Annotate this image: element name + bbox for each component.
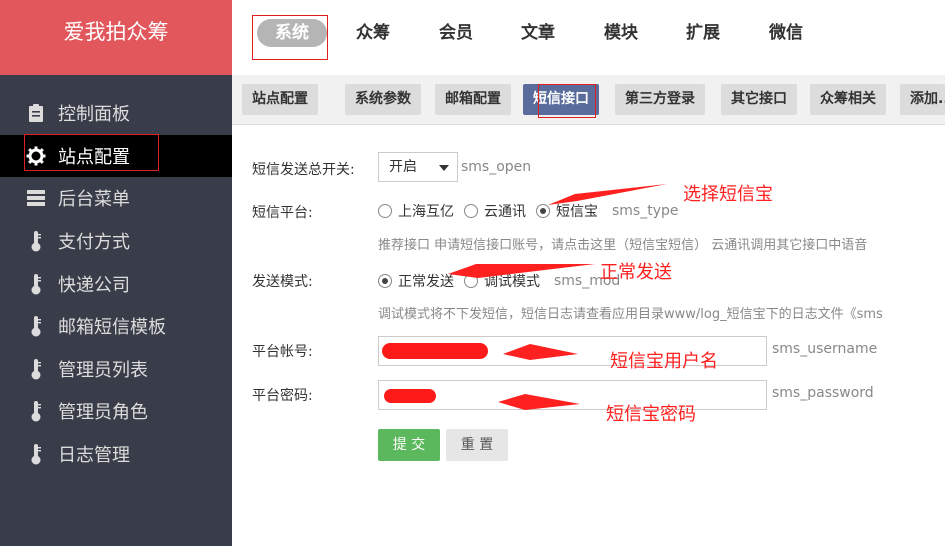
tab-add[interactable]: 添加... <box>900 84 945 115</box>
redaction-mark <box>384 389 436 403</box>
reset-button[interactable]: 重 置 <box>446 429 508 461</box>
radio-label: 上海互亿 <box>398 204 454 220</box>
nav-articles[interactable]: 文章 <box>521 19 555 47</box>
thermometer-icon <box>26 230 46 252</box>
sidebar-item-site-config[interactable]: 站点配置 <box>0 134 232 178</box>
sidebar-item-label: 管理员角色 <box>58 402 148 424</box>
sms-config-form: 短信发送总开关: 开启 sms_open 短信平台: 上海互亿 云通讯 短信宝 … <box>232 125 945 546</box>
radio-label: 正常发送 <box>398 274 454 290</box>
nav-wechat[interactable]: 微信 <box>769 19 803 47</box>
sidebar-item-payment[interactable]: 支付方式 <box>0 220 232 263</box>
sidebar-item-logs[interactable]: 日志管理 <box>0 433 232 476</box>
gear-icon <box>26 145 46 167</box>
sms-password-label: 平台密码: <box>252 388 313 404</box>
sidebar-item-label: 管理员列表 <box>58 359 148 381</box>
sms-mod-label: 发送模式: <box>252 274 313 290</box>
sms-type-field: sms_type <box>612 203 679 219</box>
tab-system-params[interactable]: 系统参数 <box>345 84 421 115</box>
annotation-password: 短信宝密码 <box>606 404 696 425</box>
nav-crowdfunding[interactable]: 众筹 <box>356 19 390 47</box>
sidebar-item-label: 邮箱短信模板 <box>58 317 166 339</box>
nav-modules[interactable]: 模块 <box>604 19 638 47</box>
tab-crowdfunding[interactable]: 众筹相关 <box>810 84 886 115</box>
clipboard-icon <box>26 102 46 124</box>
sidebar-item-label: 控制面板 <box>58 104 130 126</box>
tab-other-api[interactable]: 其它接口 <box>721 84 797 115</box>
nav-system[interactable]: 系统 <box>257 19 327 47</box>
radio-checked-icon <box>536 204 550 218</box>
annotation-select-platform: 选择短信宝 <box>683 184 773 205</box>
radio-label: 短信宝 <box>556 204 598 220</box>
sms-password-input[interactable] <box>378 380 767 410</box>
sms-mod-hint: 调试模式将不下发短信，短信日志请查看应用目录www/log_短信宝下的日志文件《… <box>378 307 883 322</box>
sms-username-field: sms_username <box>772 341 878 357</box>
annotation-normal-send: 正常发送 <box>600 262 672 283</box>
radio-yuntongxun[interactable]: 云通讯 <box>464 201 526 221</box>
radio-checked-icon <box>378 274 392 288</box>
sms-open-field: sms_open <box>461 159 532 175</box>
sidebar-item-express[interactable]: 快递公司 <box>0 262 232 305</box>
annotation-username: 短信宝用户名 <box>610 351 718 372</box>
sidebar-item-label: 快递公司 <box>58 274 130 296</box>
sidebar-item-label: 支付方式 <box>58 232 130 254</box>
sidebar-item-label: 站点配置 <box>58 146 130 168</box>
sub-tabs: 站点配置 系统参数 邮箱配置 短信接口 第三方登录 其它接口 众筹相关 添加..… <box>232 75 945 125</box>
sidebar-item-mail-sms-template[interactable]: 邮箱短信模板 <box>0 305 232 348</box>
sms-type-radios: 上海互亿 云通讯 短信宝 sms_type <box>378 201 679 221</box>
thermometer-icon <box>26 443 46 465</box>
radio-debug-mode[interactable]: 调试模式 <box>464 271 540 291</box>
radio-label: 云通讯 <box>484 204 526 220</box>
radio-label: 调试模式 <box>484 274 540 290</box>
caret-down-icon <box>439 165 449 171</box>
nav-members[interactable]: 会员 <box>439 19 473 47</box>
sidebar-menu: 控制面板 站点配置 后台菜单 支付方式 快递公司 邮箱短信模板 管理员列表 管理… <box>0 92 232 475</box>
sidebar-item-admin-menu[interactable]: 后台菜单 <box>0 177 232 220</box>
thermometer-icon <box>26 273 46 295</box>
top-nav: 系统 众筹 会员 文章 模块 扩展 微信 <box>232 0 945 75</box>
nav-extensions[interactable]: 扩展 <box>686 19 720 47</box>
tab-mail-config[interactable]: 邮箱配置 <box>435 84 511 115</box>
tab-site-config[interactable]: 站点配置 <box>242 84 318 115</box>
sidebar-item-admin-role[interactable]: 管理员角色 <box>0 390 232 433</box>
sidebar-item-admin-list[interactable]: 管理员列表 <box>0 348 232 391</box>
menu-icon <box>26 187 46 209</box>
radio-icon <box>378 204 392 218</box>
radio-normal-send[interactable]: 正常发送 <box>378 271 454 291</box>
sidebar-item-label: 后台菜单 <box>58 189 130 211</box>
radio-icon <box>464 204 478 218</box>
redaction-mark <box>382 343 488 359</box>
sms-open-value: 开启 <box>389 159 417 175</box>
sms-username-label: 平台帐号: <box>252 344 313 360</box>
submit-button[interactable]: 提 交 <box>378 429 440 461</box>
thermometer-icon <box>26 400 46 422</box>
sms-password-field: sms_password <box>772 385 874 401</box>
radio-icon <box>464 274 478 288</box>
radio-duanxinbao[interactable]: 短信宝 <box>536 201 598 221</box>
thermometer-icon <box>26 358 46 380</box>
sms-mod-radios: 正常发送 调试模式 sms_mod <box>378 271 620 291</box>
tab-third-party-login[interactable]: 第三方登录 <box>615 84 705 115</box>
sms-type-hint[interactable]: 推荐接口 申请短信接口账号，请点击这里（短信宝短信） 云通讯调用其它接口中语音 <box>378 234 867 253</box>
app-window: 爱我拍众筹 控制面板 站点配置 后台菜单 支付方式 快递公司 邮箱短信模板 管理… <box>0 0 945 546</box>
sms-type-label: 短信平台: <box>252 205 313 221</box>
thermometer-icon <box>26 315 46 337</box>
site-logo: 爱我拍众筹 <box>0 0 232 75</box>
sidebar: 爱我拍众筹 控制面板 站点配置 后台菜单 支付方式 快递公司 邮箱短信模板 管理… <box>0 0 232 546</box>
sms-open-label: 短信发送总开关: <box>252 162 355 178</box>
radio-shanghai-huyi[interactable]: 上海互亿 <box>378 201 454 221</box>
sidebar-item-dashboard[interactable]: 控制面板 <box>0 92 232 135</box>
tab-sms-api[interactable]: 短信接口 <box>523 84 599 115</box>
sidebar-item-label: 日志管理 <box>58 445 130 467</box>
sms-open-select[interactable]: 开启 <box>378 152 458 182</box>
